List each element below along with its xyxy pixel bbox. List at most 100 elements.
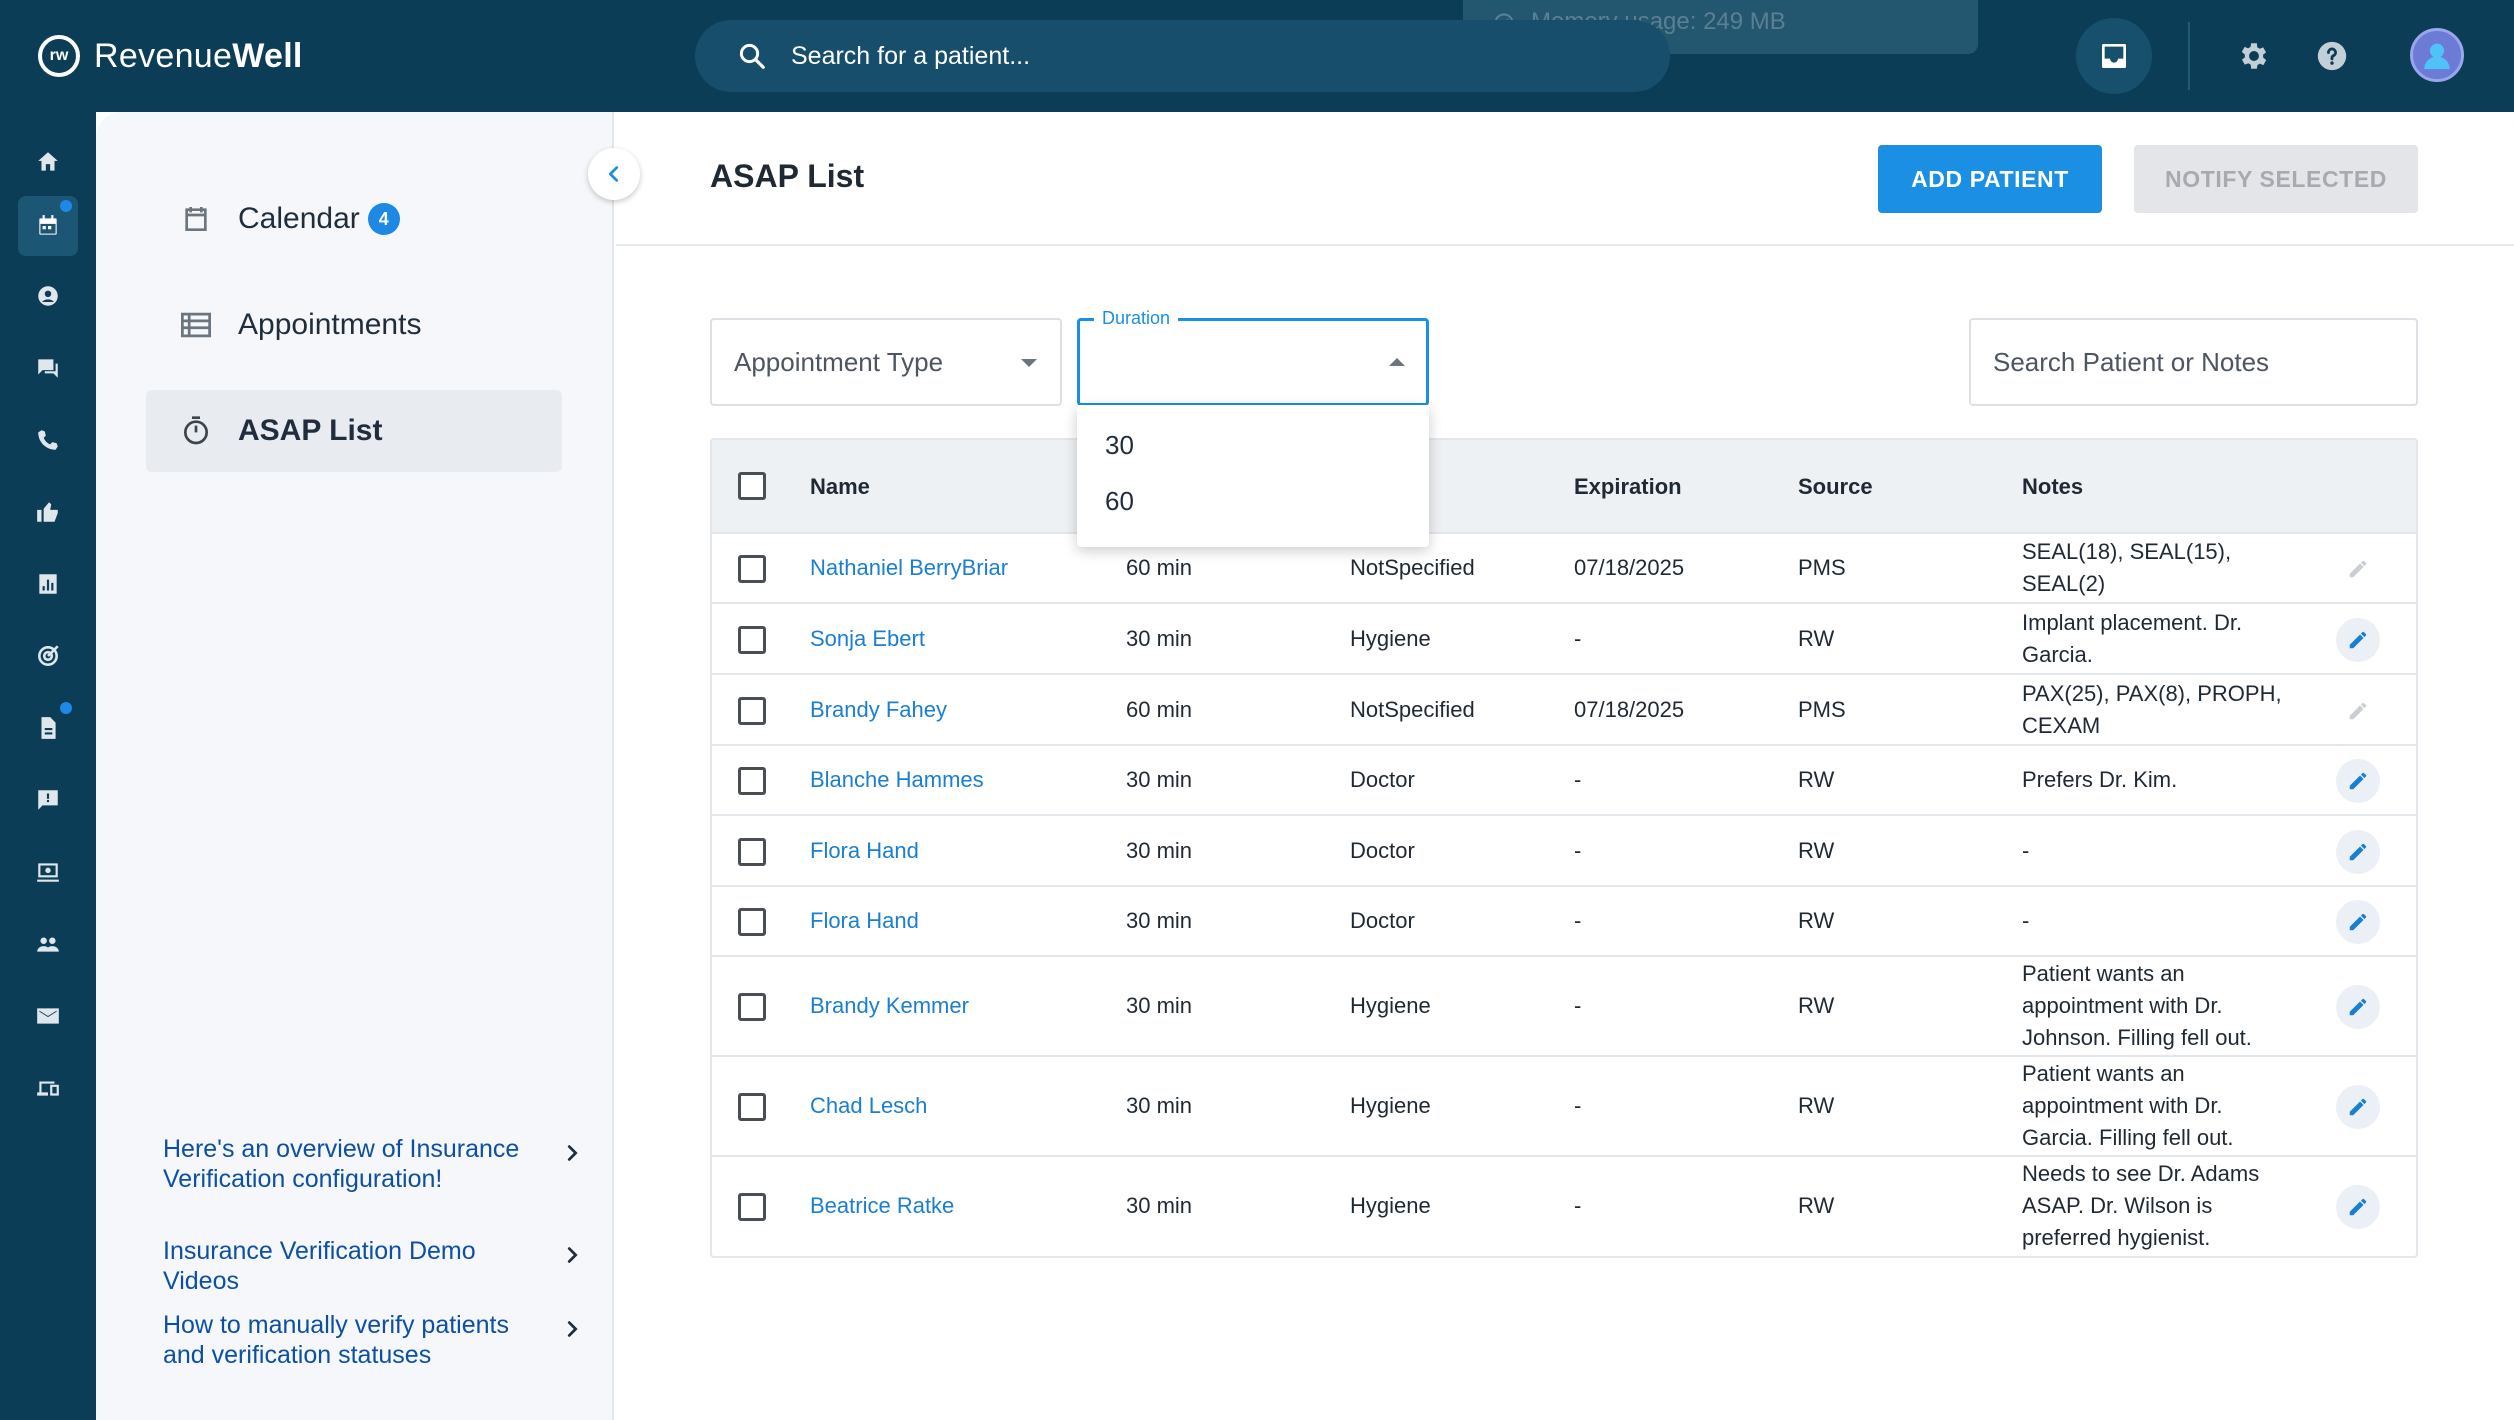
patient-name-link[interactable]: Chad Lesch bbox=[810, 1057, 927, 1155]
inbox-button[interactable] bbox=[2076, 18, 2152, 94]
calendar-icon bbox=[176, 203, 216, 235]
appointment-type-select[interactable]: Appointment Type bbox=[710, 318, 1062, 406]
nav-item-asap-list[interactable]: ASAP List bbox=[146, 390, 562, 472]
notes-cell: Patient wants an appointment with Dr. Jo… bbox=[2022, 961, 2252, 1050]
patient-name-link[interactable]: Blanche Hammes bbox=[810, 746, 984, 814]
table-row: Nathaniel BerryBriar 60 min NotSpecified 07… bbox=[712, 532, 2416, 602]
source-cell: RW bbox=[1798, 625, 1835, 651]
duration-cell: 30 min bbox=[1126, 767, 1193, 792]
edit-button[interactable] bbox=[2336, 1085, 2380, 1129]
row-checkbox[interactable] bbox=[738, 908, 766, 936]
mail-icon bbox=[37, 1008, 59, 1024]
notify-selected-button[interactable]: NOTIFY SELECTED bbox=[2134, 145, 2418, 213]
rail-people[interactable] bbox=[18, 914, 78, 974]
rail-chat[interactable] bbox=[18, 338, 78, 398]
rail-calendar[interactable] bbox=[18, 196, 78, 256]
patient-name-link[interactable]: Beatrice Ratke bbox=[810, 1157, 954, 1255]
edit-button[interactable] bbox=[2336, 759, 2380, 803]
rail-phone[interactable] bbox=[18, 410, 78, 470]
pencil-icon bbox=[2349, 998, 2367, 1016]
table-row: Flora Hand 30 min Doctor - RW - bbox=[712, 814, 2416, 885]
report-icon bbox=[39, 574, 57, 594]
header-name[interactable]: Name bbox=[810, 474, 870, 500]
patient-name-link[interactable]: Brandy Fahey bbox=[810, 675, 947, 744]
pencil-icon bbox=[2349, 702, 2367, 719]
nav-item-calendar[interactable]: Calendar 4 bbox=[146, 178, 562, 260]
row-checkbox[interactable] bbox=[738, 555, 766, 583]
timer-icon bbox=[176, 415, 216, 447]
patient-name-link[interactable]: Sonja Ebert bbox=[810, 604, 925, 673]
edit-button[interactable] bbox=[2336, 689, 2380, 733]
help-icon bbox=[2317, 41, 2347, 71]
table-row: Brandy Fahey 60 min NotSpecified 07/18/2025… bbox=[712, 673, 2416, 744]
row-checkbox[interactable] bbox=[738, 993, 766, 1021]
notes-cell: - bbox=[2022, 837, 2030, 863]
topbar-divider bbox=[2188, 22, 2190, 90]
account-icon bbox=[38, 286, 58, 306]
rail-forms[interactable] bbox=[18, 698, 78, 758]
source-cell: RW bbox=[1798, 908, 1835, 933]
type-cell: Doctor bbox=[1350, 767, 1415, 792]
duration-cell: 30 min bbox=[1126, 837, 1193, 863]
edit-button[interactable] bbox=[2336, 985, 2380, 1029]
select-all-checkbox[interactable] bbox=[738, 472, 766, 500]
row-checkbox[interactable] bbox=[738, 767, 766, 795]
row-checkbox[interactable] bbox=[738, 696, 766, 725]
logo[interactable]: rw RevenueWell bbox=[38, 28, 303, 84]
rail-mail[interactable] bbox=[18, 986, 78, 1046]
rail-reviews[interactable] bbox=[18, 482, 78, 542]
rail-screen[interactable] bbox=[18, 842, 78, 902]
edit-button[interactable] bbox=[2336, 1185, 2380, 1229]
rail-account[interactable] bbox=[18, 266, 78, 326]
user-avatar[interactable] bbox=[2410, 28, 2464, 82]
search-patient-notes-input[interactable] bbox=[1993, 346, 2393, 378]
duration-select[interactable]: Duration bbox=[1077, 308, 1429, 406]
calendar-icon bbox=[39, 215, 57, 235]
collapse-nav-button[interactable] bbox=[588, 148, 640, 200]
patient-name-link[interactable]: Brandy Kemmer bbox=[810, 957, 969, 1055]
notes-cell: - bbox=[2022, 908, 2030, 933]
list-icon bbox=[176, 310, 216, 340]
patient-name-link[interactable]: Flora Hand bbox=[810, 816, 919, 885]
caret-up-icon bbox=[1389, 358, 1405, 366]
edit-button[interactable] bbox=[2336, 900, 2380, 944]
nav-item-appointments[interactable]: Appointments bbox=[146, 284, 562, 366]
help-link-iv-demo-videos[interactable]: Insurance Verification Demo Videos bbox=[163, 1236, 583, 1296]
header-source[interactable]: Source bbox=[1798, 474, 1873, 500]
source-cell: RW bbox=[1798, 837, 1835, 863]
row-checkbox[interactable] bbox=[738, 625, 766, 654]
search-patient-notes[interactable] bbox=[1969, 318, 2418, 406]
row-checkbox[interactable] bbox=[738, 837, 766, 866]
duration-option-30[interactable]: 30 bbox=[1077, 417, 1429, 473]
duration-label: Duration bbox=[1094, 308, 1179, 329]
rail-campaigns[interactable] bbox=[18, 626, 78, 686]
edit-button[interactable] bbox=[2336, 829, 2380, 874]
header-notes[interactable]: Notes bbox=[2022, 474, 2083, 500]
settings-button[interactable] bbox=[2232, 34, 2276, 78]
pencil-icon bbox=[2349, 560, 2367, 578]
duration-option-60[interactable]: 60 bbox=[1077, 473, 1429, 529]
help-link-manual-verify[interactable]: How to manually verify patients and veri… bbox=[163, 1310, 583, 1370]
expiration-cell: - bbox=[1574, 993, 1582, 1018]
edit-button[interactable] bbox=[2336, 547, 2380, 591]
avatar-icon bbox=[2424, 43, 2450, 70]
add-patient-button[interactable]: ADD PATIENT bbox=[1878, 145, 2102, 213]
help-link-iv-overview[interactable]: Here's an overview of Insurance Verifica… bbox=[163, 1134, 583, 1194]
patient-name-link[interactable]: Flora Hand bbox=[810, 887, 919, 955]
page-title: ASAP List bbox=[710, 158, 865, 194]
pencil-icon bbox=[2349, 631, 2367, 648]
rail-feedback[interactable] bbox=[18, 770, 78, 830]
patient-search-input[interactable] bbox=[791, 41, 1591, 71]
patient-name-link[interactable]: Nathaniel BerryBriar bbox=[810, 534, 1008, 602]
edit-button[interactable] bbox=[2336, 617, 2380, 662]
page-header: ASAP List ADD PATIENT NOTIFY SELECTED bbox=[616, 112, 2514, 246]
patient-search-bar[interactable] bbox=[695, 20, 1670, 92]
row-checkbox[interactable] bbox=[738, 1093, 766, 1121]
rail-home[interactable] bbox=[18, 132, 78, 192]
row-checkbox[interactable] bbox=[738, 1193, 766, 1221]
rail-reports[interactable] bbox=[18, 554, 78, 614]
help-button[interactable] bbox=[2310, 34, 2354, 78]
header-expiration[interactable]: Expiration bbox=[1574, 474, 1682, 500]
rail-devices[interactable] bbox=[18, 1058, 78, 1118]
help-link-text: How to manually verify patients and veri… bbox=[163, 1311, 509, 1369]
